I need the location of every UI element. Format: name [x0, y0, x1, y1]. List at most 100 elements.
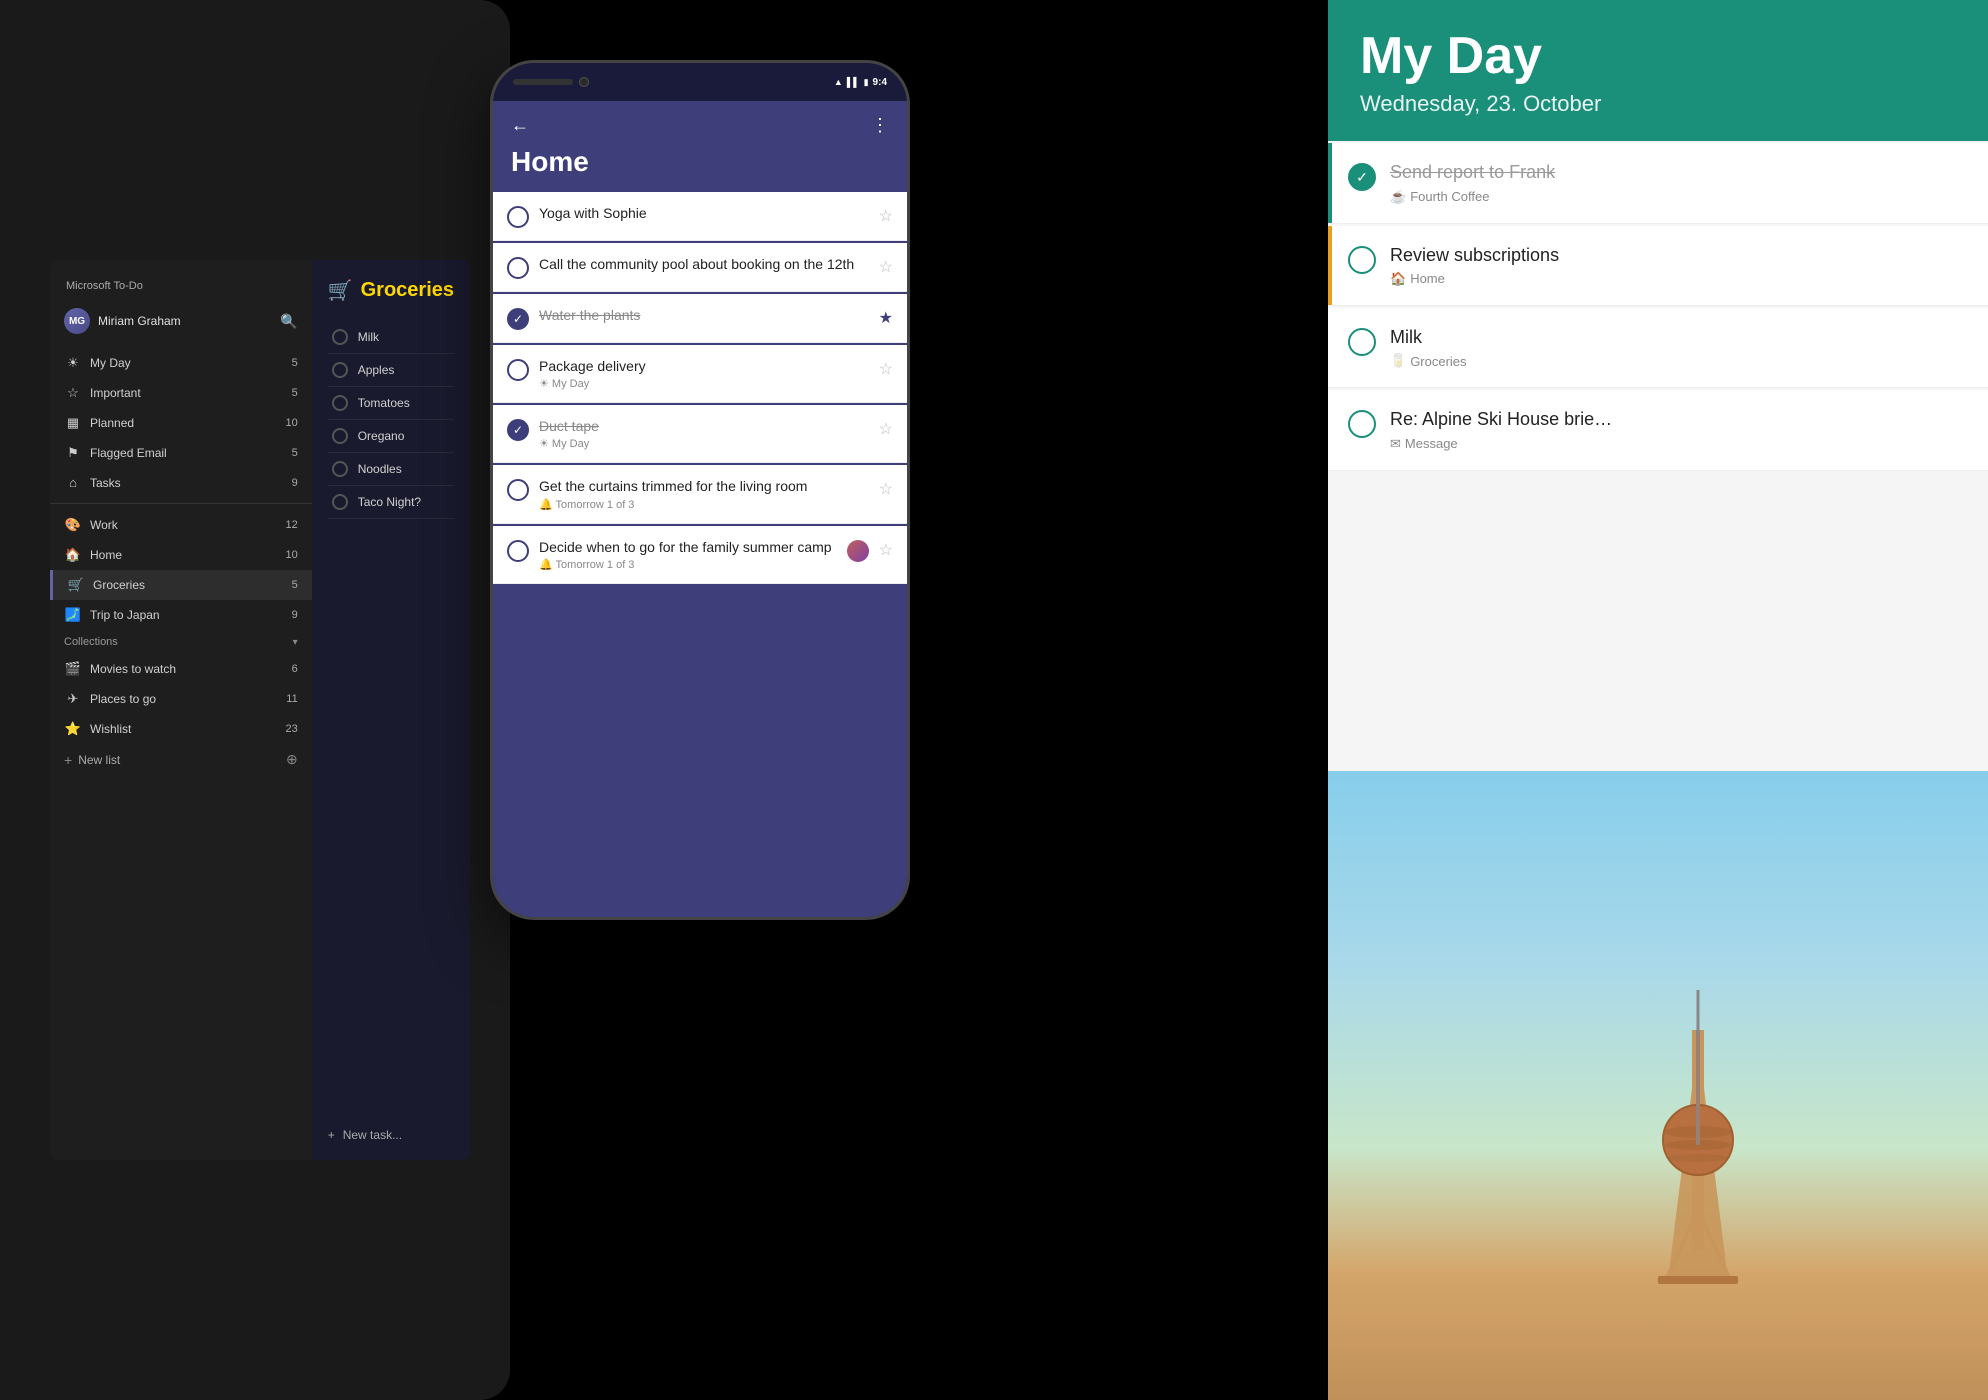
task-item[interactable]: Yoga with Sophie ☆	[493, 192, 907, 241]
nav-count: 5	[292, 447, 298, 459]
sidebar-item-trip-to-japan[interactable]: 🗾 Trip to Japan 9	[50, 600, 312, 630]
sidebar-item-important[interactable]: ☆ Important 5	[50, 378, 312, 408]
sidebar-item-label: Places to go	[90, 692, 286, 706]
sidebar-item-label: Important	[90, 386, 292, 400]
task-item[interactable]: Water the plants ★	[493, 294, 907, 343]
task-item[interactable]: Decide when to go for the family summer …	[493, 526, 907, 584]
milk-icon: 🥛	[1390, 353, 1406, 369]
star-icon[interactable]: ☆	[879, 479, 893, 499]
star-icon[interactable]: ☆	[879, 419, 893, 439]
wifi-icon: ▲	[834, 77, 843, 87]
item-name: Oregano	[358, 429, 405, 443]
username: Miriam Graham	[98, 314, 181, 328]
myday-task-subtitle: ✉ Message	[1390, 436, 1968, 452]
task-title: Get the curtains trimmed for the living …	[539, 477, 869, 495]
task-checkbox[interactable]	[507, 479, 529, 501]
item-checkbox[interactable]	[332, 428, 348, 444]
task-item[interactable]: Get the curtains trimmed for the living …	[493, 465, 907, 523]
movies-icon: 🎬	[64, 661, 82, 677]
phone-content: ← ⋮ Home Yoga with Sophie ☆ Call the	[493, 101, 907, 877]
item-checkbox[interactable]	[332, 329, 348, 345]
item-checkbox[interactable]	[332, 362, 348, 378]
myday-task-item[interactable]: Re: Alpine Ski House brie… ✉ Message	[1328, 390, 1988, 470]
sidebar-item-my-day[interactable]: ☀ My Day 5	[50, 348, 312, 378]
item-name: Milk	[358, 330, 379, 344]
star-filled-icon[interactable]: ★	[879, 308, 893, 328]
myday-task-list-name: Groceries	[1410, 354, 1466, 369]
sidebar-item-wishlist[interactable]: ⭐ Wishlist 23	[50, 714, 312, 744]
task-checkbox[interactable]	[507, 308, 529, 330]
myday-task-subtitle: 🥛 Groceries	[1390, 353, 1968, 369]
nav-menu: ☀ My Day 5 ☆ Important 5 ▦ Planned 10 ⚑ …	[50, 348, 312, 1146]
more-button[interactable]: ⋮	[871, 115, 889, 136]
sidebar-item-flagged-email[interactable]: ⚑ Flagged Email 5	[50, 438, 312, 468]
sidebar-item-home[interactable]: 🏠 Home 10	[50, 540, 312, 570]
new-task-button[interactable]: + New task...	[328, 1116, 454, 1142]
myday-task-item[interactable]: Milk 🥛 Groceries	[1328, 308, 1988, 388]
myday-task-subtitle: ☕ Fourth Coffee	[1390, 189, 1968, 205]
places-icon: ✈	[64, 691, 82, 707]
item-checkbox[interactable]	[332, 494, 348, 510]
nav-count: 5	[292, 579, 298, 591]
task-item[interactable]: Call the community pool about booking on…	[493, 243, 907, 292]
myday-checkbox[interactable]	[1348, 328, 1376, 356]
sidebar-item-work[interactable]: 🎨 Work 12	[50, 510, 312, 540]
sidebar-item-places[interactable]: ✈ Places to go 11	[50, 684, 312, 714]
grocery-item[interactable]: Milk	[328, 321, 454, 354]
sidebar-item-movies[interactable]: 🎬 Movies to watch 6	[50, 654, 312, 684]
grocery-item[interactable]: Tomatoes	[328, 387, 454, 420]
star-icon[interactable]: ☆	[879, 540, 893, 560]
task-title: Water the plants	[539, 306, 869, 324]
sidebar-item-label: Trip to Japan	[90, 608, 292, 622]
item-checkbox[interactable]	[332, 461, 348, 477]
myday-checkbox[interactable]	[1348, 246, 1376, 274]
nav-count: 9	[292, 477, 298, 489]
myday-task-body: Milk 🥛 Groceries	[1390, 326, 1968, 369]
myday-checkbox[interactable]	[1348, 163, 1376, 191]
task-subtitle: ☀ My Day	[539, 437, 869, 450]
star-icon[interactable]: ☆	[879, 206, 893, 226]
task-checkbox[interactable]	[507, 257, 529, 279]
new-list-button[interactable]: + New list ⊕	[50, 744, 312, 775]
new-list-label: New list	[78, 753, 120, 767]
groceries-title: 🛒 Groceries	[328, 278, 454, 303]
user-profile[interactable]: MG Miriam Graham 🔍	[50, 302, 312, 340]
task-checkbox[interactable]	[507, 206, 529, 228]
task-body: Water the plants	[539, 306, 869, 324]
collections-header[interactable]: Collections ▾	[50, 630, 312, 654]
sidebar-item-planned[interactable]: ▦ Planned 10	[50, 408, 312, 438]
task-checkbox[interactable]	[507, 359, 529, 381]
sun-icon: ☀	[64, 355, 82, 371]
user-info: MG Miriam Graham	[64, 308, 181, 334]
myday-checkbox[interactable]	[1348, 410, 1376, 438]
task-item[interactable]: Package delivery ☀ My Day ☆	[493, 345, 907, 403]
grocery-item[interactable]: Oregano	[328, 420, 454, 453]
battery-icon: ▮	[864, 77, 869, 88]
sidebar-item-label: My Day	[90, 356, 292, 370]
star-icon[interactable]: ☆	[879, 359, 893, 379]
back-button[interactable]: ←	[511, 115, 529, 136]
task-checkbox[interactable]	[507, 419, 529, 441]
nav-count: 11	[286, 693, 297, 705]
task-accent-border	[1328, 143, 1332, 222]
star-icon[interactable]: ☆	[879, 257, 893, 277]
myday-title: My Day	[1360, 28, 1956, 85]
flag-icon: ⚑	[64, 445, 82, 461]
sidebar-item-tasks[interactable]: ⌂ Tasks 9	[50, 468, 312, 497]
task-checkbox[interactable]	[507, 540, 529, 562]
myday-date: Wednesday, 23. October	[1360, 91, 1956, 117]
sidebar-item-groceries[interactable]: 🛒 Groceries 5	[50, 570, 312, 600]
myday-task-item[interactable]: Send report to Frank ☕ Fourth Coffee	[1328, 143, 1988, 223]
nav-count: 10	[285, 549, 297, 561]
nav-count: 6	[292, 663, 298, 675]
search-icon[interactable]: 🔍	[280, 313, 297, 330]
grocery-item[interactable]: Taco Night?	[328, 486, 454, 519]
task-item[interactable]: Duct tape ☀ My Day ☆	[493, 405, 907, 463]
item-checkbox[interactable]	[332, 395, 348, 411]
phone-screen: ▲ ▌▌ ▮ 9:4 ← ⋮ Home Yoga with Sophie ☆	[490, 60, 910, 920]
grocery-item[interactable]: Apples	[328, 354, 454, 387]
nav-count: 10	[285, 417, 297, 429]
grocery-item[interactable]: Noodles	[328, 453, 454, 486]
myday-task-item[interactable]: Review subscriptions 🏠 Home	[1328, 226, 1988, 306]
task-body: Decide when to go for the family summer …	[539, 538, 837, 571]
